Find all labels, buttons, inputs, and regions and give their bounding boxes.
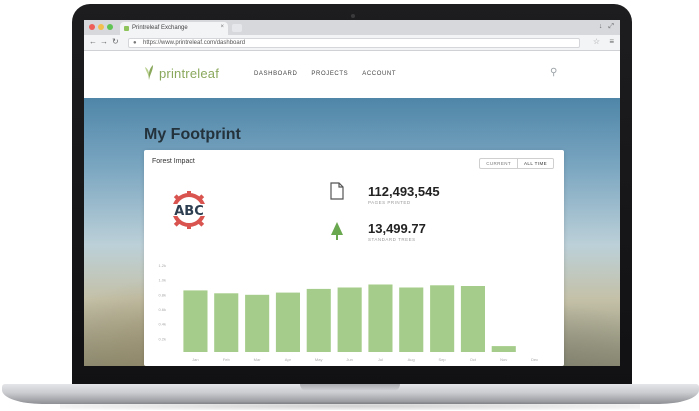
chart-bar[interactable]	[491, 346, 516, 352]
favicon-icon	[124, 26, 129, 31]
chart-bar[interactable]	[183, 290, 208, 352]
address-bar[interactable]: ● https://www.printreleaf.com/dashboard	[128, 38, 580, 48]
x-tick-label: Aug	[408, 357, 415, 362]
paper-icon	[330, 182, 344, 200]
x-tick-label: Jan	[192, 357, 198, 362]
standard-trees-value: 13,499.77	[368, 221, 426, 236]
bookmark-star-icon[interactable]: ☆	[593, 38, 600, 46]
x-tick-label: Sep	[439, 357, 447, 362]
url-text: https://www.printreleaf.com/dashboard	[143, 40, 246, 46]
tree-icon	[331, 222, 343, 240]
laptop-base-notch	[300, 384, 400, 391]
reload-icon[interactable]: ↻	[112, 38, 119, 46]
nav-dashboard[interactable]: DASHBOARD	[254, 71, 297, 77]
browser-tab-bar: Printreleaf Exchange × ↓ ⤢	[84, 20, 620, 35]
fullscreen-icon[interactable]: ⤢	[608, 23, 614, 31]
monthly-impact-chart: 1.2k 1.0k 0.8k 0.6k 0.4k 0.2k Jan Feb Mar Apr May J…	[158, 263, 538, 362]
pages-printed-value: 112,493,545	[368, 184, 440, 199]
main-nav: DASHBOARD PROJECTS ACCOUNT	[254, 71, 396, 77]
laptop-shadow	[60, 402, 640, 410]
pages-printed-label: PAGES PRINTED	[368, 200, 411, 205]
chart-bar[interactable]	[275, 292, 300, 352]
browser-tab[interactable]: Printreleaf Exchange ×	[120, 22, 228, 35]
download-icon[interactable]: ↓	[599, 23, 603, 31]
x-tick-label: May	[315, 357, 323, 362]
company-logo-text: ABC	[174, 204, 204, 219]
toggle-current[interactable]: CURRENT	[480, 159, 517, 168]
tab-close-icon[interactable]: ×	[220, 24, 224, 30]
toggle-all-time[interactable]: ALL TIME	[517, 159, 553, 168]
search-icon[interactable]: ⚲	[550, 67, 557, 78]
x-tick-label: Apr	[285, 357, 292, 362]
nav-account[interactable]: ACCOUNT	[362, 71, 396, 77]
y-tick-label: 1.0k	[158, 278, 166, 283]
chart-bar[interactable]	[214, 293, 239, 352]
back-icon[interactable]: ←	[89, 38, 97, 46]
nav-projects[interactable]: PROJECTS	[311, 71, 348, 77]
x-tick-label: Mar	[254, 357, 262, 362]
y-tick-label: 0.6k	[158, 307, 166, 312]
site-header: printreleaf DASHBOARD PROJECTS ACCOUNT ⚲	[84, 51, 620, 98]
window-controls: ↓ ⤢	[599, 23, 614, 31]
chart-bar[interactable]	[460, 286, 485, 352]
x-tick-label: Oct	[470, 357, 477, 362]
site-logo[interactable]: printreleaf	[159, 66, 219, 81]
forward-icon[interactable]: →	[100, 38, 108, 46]
x-tick-label: Jul	[378, 357, 383, 362]
x-tick-label: Jun	[346, 357, 352, 362]
x-tick-label: Feb	[223, 357, 231, 362]
chart-bar[interactable]	[368, 284, 393, 353]
maximize-window-button[interactable]	[107, 24, 113, 30]
chart-bar[interactable]	[337, 287, 362, 353]
webcam-icon	[351, 14, 355, 18]
x-tick-label: Nov	[500, 357, 507, 362]
forest-impact-card: Forest Impact CURRENT ALL TIME ABC 112,4…	[144, 150, 564, 366]
browser-menu-icon[interactable]: ≡	[609, 38, 614, 46]
browser-toolbar: ← → ↻ ● https://www.printreleaf.com/dash…	[84, 35, 620, 51]
leaf-logo-icon	[145, 65, 153, 80]
y-tick-label: 0.4k	[158, 322, 166, 327]
chart-bar[interactable]	[306, 288, 331, 352]
minimize-window-button[interactable]	[98, 24, 104, 30]
window-buttons	[89, 24, 113, 30]
chart-bar[interactable]	[430, 285, 455, 352]
y-tick-label: 0.2k	[158, 336, 166, 341]
y-tick-label: 1.2k	[158, 263, 166, 268]
card-title: Forest Impact	[152, 158, 195, 165]
standard-trees-label: STANDARD TREES	[368, 237, 416, 242]
company-logo: ABC	[168, 191, 210, 229]
x-tick-label: Dec	[531, 357, 538, 362]
lock-icon: ●	[133, 40, 137, 46]
new-tab-button[interactable]	[232, 24, 242, 32]
laptop-screen: Printreleaf Exchange × ↓ ⤢ ← → ↻ ● https…	[84, 20, 620, 366]
chart-bar[interactable]	[399, 287, 424, 353]
tab-title: Printreleaf Exchange	[132, 25, 188, 31]
chart-bar[interactable]	[245, 294, 270, 352]
y-tick-label: 0.8k	[158, 292, 166, 297]
page-title: My Footprint	[144, 126, 241, 143]
close-window-button[interactable]	[89, 24, 95, 30]
period-toggle: CURRENT ALL TIME	[479, 158, 554, 169]
